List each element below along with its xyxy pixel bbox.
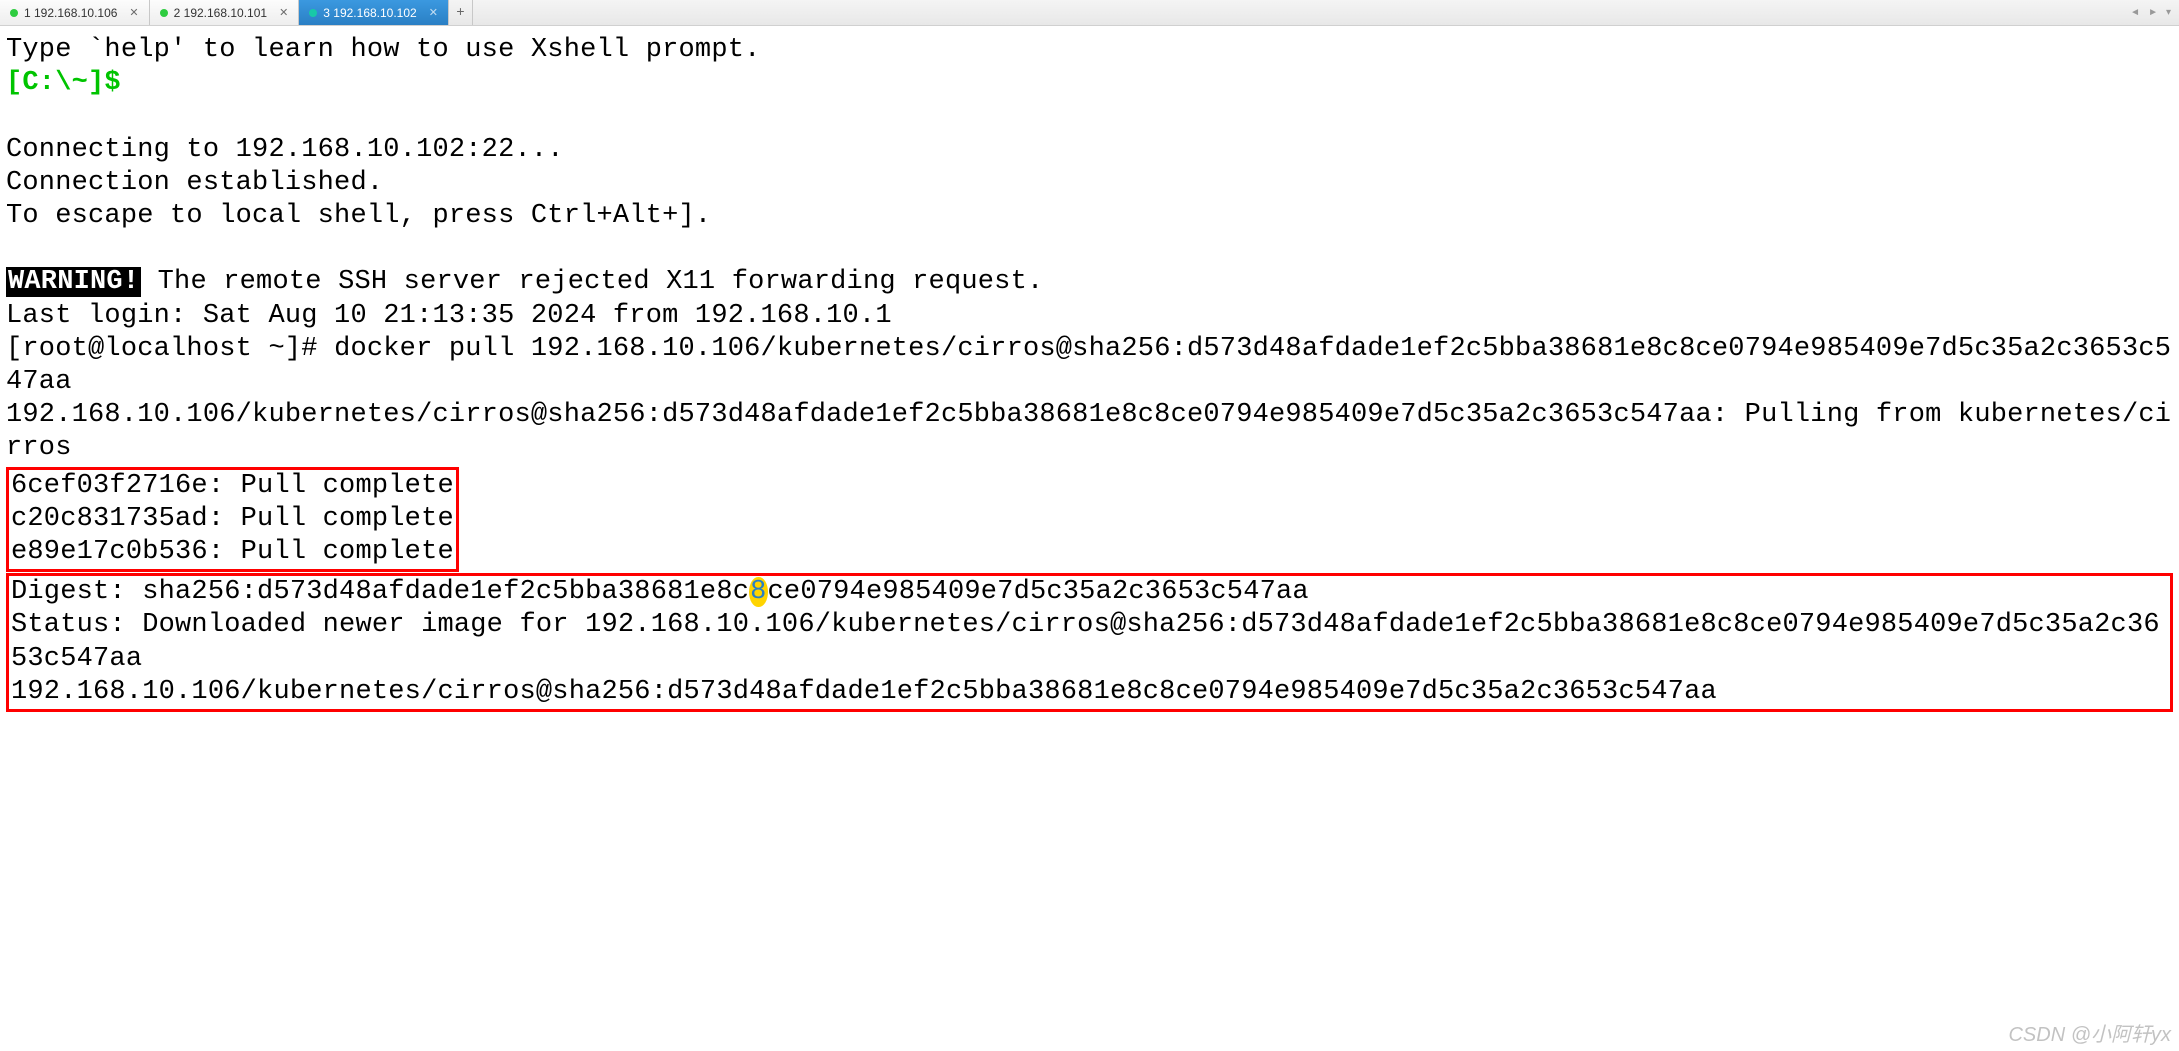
final-ref-line: 192.168.10.106/kubernetes/cirros@sha256:…	[11, 677, 1717, 707]
tab-nav-controls: ◄ ► ▾	[2128, 0, 2179, 25]
shell-prompt: [root@localhost ~]#	[6, 334, 334, 364]
digest-prefix: Digest: sha256:d573d48afdade1ef2c5bba386…	[11, 577, 749, 607]
terminal-output[interactable]: Type `help' to learn how to use Xshell p…	[0, 26, 2179, 721]
tab-nav-menu-icon[interactable]: ▾	[2164, 7, 2173, 18]
status-dot-icon	[309, 9, 317, 17]
established-line: Connection established.	[6, 168, 383, 198]
layers-annotation-box: 6cef03f2716e: Pull complete c20c831735ad…	[6, 467, 459, 573]
close-icon[interactable]: ✕	[279, 6, 288, 19]
local-prompt: [C:\~]$	[6, 68, 137, 98]
layer-line: e89e17c0b536: Pull complete	[11, 537, 454, 567]
tab-nav-right-icon[interactable]: ►	[2146, 7, 2160, 18]
close-icon[interactable]: ✕	[429, 6, 438, 19]
status-dot-icon	[10, 9, 18, 17]
tab-label: 1 192.168.10.106	[24, 6, 117, 20]
pulling-line: 192.168.10.106/kubernetes/cirros@sha256:…	[6, 400, 2171, 463]
tab-session-2[interactable]: 2 192.168.10.101 ✕	[150, 0, 300, 25]
status-line: Status: Downloaded newer image for 192.1…	[11, 610, 2160, 673]
tab-label: 2 192.168.10.101	[174, 6, 267, 20]
tab-session-3[interactable]: 3 192.168.10.102 ✕	[299, 0, 449, 25]
status-dot-icon	[160, 9, 168, 17]
layer-line: 6cef03f2716e: Pull complete	[11, 471, 454, 501]
warning-text: The remote SSH server rejected X11 forwa…	[141, 267, 1043, 297]
tab-session-1[interactable]: 1 192.168.10.106 ✕	[0, 0, 150, 25]
watermark: CSDN @小阿轩yx	[2008, 1018, 2171, 1047]
warning-label: WARNING!	[6, 267, 141, 297]
result-annotation-box: Digest: sha256:d573d48afdade1ef2c5bba386…	[6, 573, 2173, 712]
layer-line: c20c831735ad: Pull complete	[11, 504, 454, 534]
tab-bar: 1 192.168.10.106 ✕ 2 192.168.10.101 ✕ 3 …	[0, 0, 2179, 26]
cursor-highlight: 8	[749, 577, 767, 607]
escape-line: To escape to local shell, press Ctrl+Alt…	[6, 201, 711, 231]
last-login-line: Last login: Sat Aug 10 21:13:35 2024 fro…	[6, 301, 892, 331]
help-line: Type `help' to learn how to use Xshell p…	[6, 35, 761, 65]
new-tab-button[interactable]: +	[449, 0, 473, 25]
tab-label: 3 192.168.10.102	[323, 6, 416, 20]
close-icon[interactable]: ✕	[129, 6, 138, 19]
digest-suffix: ce0794e985409e7d5c35a2c3653c547aa	[768, 577, 1309, 607]
tab-nav-left-icon[interactable]: ◄	[2128, 7, 2142, 18]
connecting-line: Connecting to 192.168.10.102:22...	[6, 135, 564, 165]
